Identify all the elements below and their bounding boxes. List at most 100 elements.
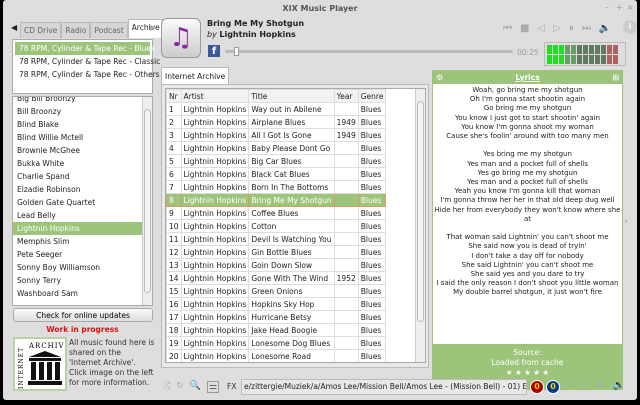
- table-row[interactable]: 11 Lightnin Hopkins Devil Is Watching You B…: [166, 232, 387, 246]
- artist-item[interactable]: Bukka White: [13, 157, 152, 170]
- tab-cd-drive[interactable]: CD Drive: [20, 22, 62, 38]
- tab-podcast[interactable]: Podcast: [90, 22, 128, 38]
- info-icon[interactable]: i: [623, 20, 637, 34]
- table-row[interactable]: 17 Lightnin Hopkins Hurricane Betsy Blues: [166, 310, 387, 324]
- cell-year: [333, 297, 359, 311]
- lyrics-settings-icon[interactable]: ⚙: [436, 71, 443, 84]
- cell-nr: 13: [166, 258, 182, 272]
- stop-icon[interactable]: ■: [520, 23, 529, 34]
- collection-item[interactable]: 78 RPM, Cylinder & Tape Rec - Blues: [15, 42, 155, 55]
- table-row[interactable]: 18 Lightnin Hopkins Jake Head Boogie Blues: [166, 323, 387, 337]
- shuffle-icon[interactable]: ⤮: [163, 381, 170, 393]
- column-header-year[interactable]: Year: [333, 89, 359, 103]
- table-row[interactable]: 9 Lightnin Hopkins Coffee Blues Blues: [166, 206, 387, 220]
- table-row[interactable]: 5 Lightnin Hopkins Big Car Blues Blues: [166, 154, 387, 168]
- file-path-field[interactable]: e/zittergie/Muziek/a/Amos Lee/Mission Be…: [241, 379, 527, 395]
- cell-genre: Blues: [357, 128, 387, 142]
- document-icon[interactable]: ▯: [582, 380, 588, 391]
- cell-title: Coffee Blues: [248, 206, 335, 220]
- play-icon[interactable]: ▷: [553, 23, 561, 34]
- tab-internet-archive[interactable]: Internet Archive: [161, 67, 230, 85]
- table-row[interactable]: 14 Lightnin Hopkins Gone With The Wind 1952…: [166, 271, 387, 285]
- table-row[interactable]: 6 Lightnin Hopkins Black Cat Blues Blues: [166, 167, 387, 181]
- artist-item[interactable]: Sonny Terry: [13, 274, 152, 287]
- table-row[interactable]: 4 Lightnin Hopkins Baby Please Dont Go Blue…: [166, 141, 387, 155]
- search-icon[interactable]: 🔍: [190, 381, 201, 393]
- upload-icon[interactable]: ⇧: [566, 380, 574, 391]
- panel-collapse-icon[interactable]: ›: [624, 216, 628, 227]
- artist-item[interactable]: Lead Belly: [13, 209, 152, 222]
- table-row[interactable]: 3 Lightnin Hopkins All I Got Is Gone 1949 Bl…: [166, 128, 387, 142]
- table-row[interactable]: 15 Lightnin Hopkins Green Onions Blues: [166, 284, 387, 298]
- rewind-icon[interactable]: ◁: [537, 23, 545, 34]
- artist-item[interactable]: Bill Broonzy: [13, 105, 152, 118]
- tab-scroll-left-icon[interactable]: ◀: [11, 23, 17, 32]
- table-row[interactable]: 16 Lightnin Hopkins Hopkins Sky Hop Blues: [166, 297, 387, 311]
- collection-item[interactable]: 78 RPM, Cylinder & Tape Rec - Others: [15, 68, 160, 81]
- vu-segment: [559, 55, 564, 64]
- artist-item[interactable]: Elzadie Robinson: [13, 183, 152, 196]
- artist-item[interactable]: Blind Blake: [13, 118, 152, 131]
- table-row[interactable]: 19 Lightnin Hopkins Lonesome Dog Blues Blue…: [166, 336, 387, 350]
- table-row[interactable]: 13 Lightnin Hopkins Goin Down Slow Blues: [166, 258, 387, 272]
- artist-item[interactable]: Washboard Sam: [13, 287, 152, 300]
- tab-radio[interactable]: Radio: [61, 22, 91, 38]
- equalizer-icon[interactable]: ⚌: [206, 381, 220, 393]
- volume-icon[interactable]: 🔈: [599, 23, 611, 34]
- minimize-button[interactable]: –: [605, 3, 609, 12]
- fx-button[interactable]: FX: [227, 382, 236, 391]
- artist-item[interactable]: Blind Willie Mctell: [13, 131, 152, 144]
- cell-nr: 7: [166, 180, 182, 194]
- cell-genre: Blues: [357, 271, 387, 285]
- queue-count-badge[interactable]: 0: [546, 380, 560, 394]
- settings-icon[interactable]: ⚙: [596, 380, 605, 391]
- artist-item[interactable]: Brownie McGhee: [13, 144, 152, 157]
- tab-scroll-right-icon[interactable]: ▶: [150, 23, 156, 32]
- rating-stars[interactable]: ★ ★ ★ ★ ★: [433, 368, 622, 378]
- table-row[interactable]: 12 Lightnin Hopkins Gin Bottle Blues Blues: [166, 245, 387, 259]
- table-row[interactable]: 1 Lightnin Hopkins Way out in Abilene Blues: [166, 102, 387, 116]
- cell-genre: Blues: [357, 336, 387, 350]
- column-header-genre[interactable]: Genre: [357, 89, 387, 103]
- lyrics-panel: ⚙ Lyrics ⊞ Woah, go bring me my shotgun …: [432, 70, 623, 390]
- cell-year: 1949: [333, 115, 359, 129]
- cell-artist: Lightnin Hopkins: [180, 167, 250, 181]
- cell-nr: 18: [166, 323, 182, 337]
- track-table-scrollbar[interactable]: [415, 89, 425, 362]
- tab-archive[interactable]: Archive: [127, 19, 164, 38]
- artist-item[interactable]: Big Bill Broonzy: [13, 97, 152, 105]
- next-icon[interactable]: ⏭: [582, 23, 591, 34]
- table-row[interactable]: 7 Lightnin Hopkins Born In The Bottoms Blue…: [166, 180, 387, 194]
- seek-slider[interactable]: [225, 47, 513, 56]
- artist-list-scrollbar[interactable]: [142, 97, 152, 305]
- seek-handle[interactable]: [233, 47, 239, 56]
- previous-icon[interactable]: ⏮: [503, 23, 512, 34]
- lyrics-title[interactable]: Lyrics: [515, 73, 539, 82]
- column-header-artist[interactable]: Artist: [180, 89, 250, 103]
- cell-title: Bring Me My Shotgun: [248, 193, 335, 207]
- pause-icon[interactable]: ⏸: [569, 23, 574, 34]
- cell-nr: 16: [166, 297, 182, 311]
- table-row[interactable]: 2 Lightnin Hopkins Airplane Blues 1949 Blues: [166, 115, 387, 129]
- check-updates-button[interactable]: Check for online updates: [13, 308, 153, 322]
- artist-item[interactable]: Sonny Boy Williamson: [13, 261, 152, 274]
- table-row[interactable]: 20 Lightnin Hopkins Lonesome Road Blues: [166, 349, 387, 362]
- column-header-title[interactable]: Title: [248, 89, 335, 103]
- maximize-button[interactable]: +: [616, 3, 623, 12]
- artist-item[interactable]: Memphis Slim: [13, 235, 152, 248]
- artist-item[interactable]: Lightnin Hopkins: [13, 222, 152, 235]
- table-row[interactable]: 10 Lightnin Hopkins Cotton Blues: [166, 219, 387, 233]
- collection-item[interactable]: 78 RPM, Cylinder & Tape Rec - Classic: [15, 55, 160, 68]
- internet-archive-logo[interactable]: ARCHIVE INTERNET: [13, 337, 70, 391]
- table-row[interactable]: 8 Lightnin Hopkins Bring Me My Shotgun Blue…: [166, 193, 387, 207]
- error-count-badge[interactable]: 0: [530, 380, 544, 394]
- column-header-nr[interactable]: Nr: [166, 89, 182, 103]
- artist-item[interactable]: Golden Gate Quartet: [13, 196, 152, 209]
- artist-item[interactable]: Charlie Spand: [13, 170, 152, 183]
- lyrics-expand-icon[interactable]: ⊞: [612, 71, 619, 84]
- speaker-icon[interactable]: 🔈: [613, 380, 625, 391]
- close-button[interactable]: ×: [627, 3, 634, 12]
- artist-item[interactable]: Pete Seeger: [13, 248, 152, 261]
- facebook-icon[interactable]: f: [208, 45, 220, 57]
- repeat-icon[interactable]: ↻: [176, 381, 184, 393]
